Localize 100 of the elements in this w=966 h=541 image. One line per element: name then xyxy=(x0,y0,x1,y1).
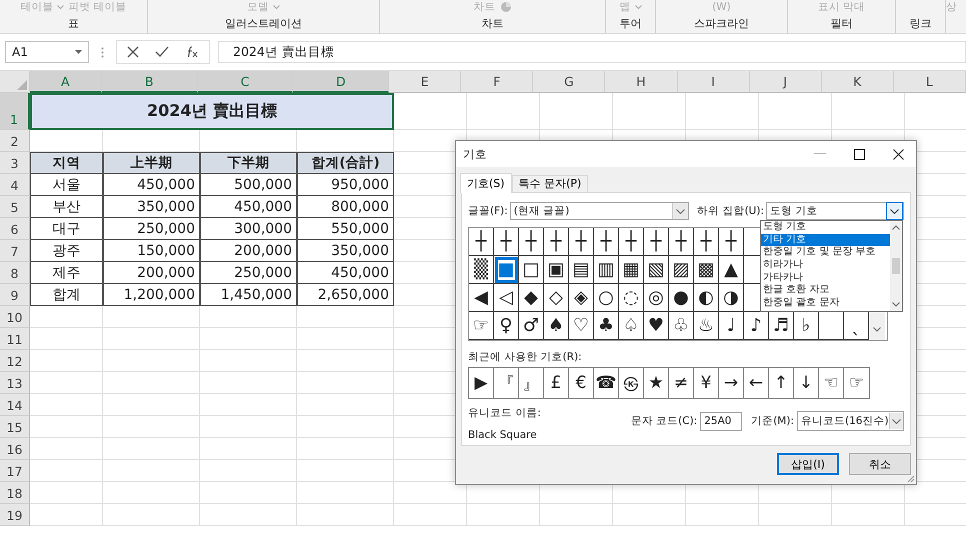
subset-option[interactable]: 한글 호환 자모 xyxy=(761,284,890,298)
cancel-icon[interactable] xyxy=(127,46,139,58)
name-box[interactable]: A1 xyxy=(5,41,89,63)
symbol-cell[interactable]: ▨ xyxy=(669,256,694,284)
symbol-cell[interactable]: ◌ xyxy=(619,284,644,312)
symbol-cell[interactable]: ▤ xyxy=(569,256,594,284)
scrollbar[interactable] xyxy=(890,221,902,311)
font-dropdown[interactable]: (현재 글꼴) xyxy=(510,202,690,220)
symbol-cell[interactable]: ♣ xyxy=(594,312,619,340)
symbol-cell[interactable]: □ xyxy=(519,256,544,284)
symbol-cell[interactable]: ♧ xyxy=(669,312,694,340)
symbol-cell[interactable]: ○ xyxy=(594,284,619,312)
symbol-cell[interactable]: ● xyxy=(669,284,694,312)
row-header[interactable]: 10 xyxy=(0,306,30,328)
symbol-cell[interactable]: ┼ xyxy=(594,228,619,256)
symbol-cell[interactable]: ◐ xyxy=(694,284,719,312)
symbol-cell[interactable]: ┼ xyxy=(669,228,694,256)
subset-option[interactable]: 기타 기호 xyxy=(761,234,890,246)
resize-grip-icon[interactable] xyxy=(907,475,915,483)
tab[interactable]: 특수 문자(P) xyxy=(512,175,588,192)
symbol-cell[interactable]: ┼ xyxy=(619,228,644,256)
row-header[interactable]: 8 xyxy=(0,262,30,284)
subset-option[interactable]: 히라가나 xyxy=(761,259,890,272)
column-header[interactable]: L xyxy=(894,71,966,93)
symbol-cell[interactable]: ┼ xyxy=(644,228,669,256)
symbol-cell[interactable]: ♤ xyxy=(619,312,644,340)
row-header[interactable]: 3 xyxy=(0,152,30,174)
symbol-cell[interactable]: ┼ xyxy=(519,228,544,256)
column-header[interactable]: E xyxy=(389,71,462,93)
scroll-down-icon[interactable] xyxy=(873,327,881,332)
symbol-cell[interactable]: ♀ xyxy=(494,312,519,340)
symbol-cell[interactable]: ◁ xyxy=(494,284,519,312)
symbol-cell[interactable]: ◆ xyxy=(519,284,544,312)
column-header[interactable]: D xyxy=(293,71,390,93)
row-header[interactable]: 12 xyxy=(0,350,30,372)
column-header[interactable]: C xyxy=(198,71,294,93)
row-header[interactable]: 2 xyxy=(0,130,30,152)
symbol-cell[interactable]: ♨ xyxy=(694,312,719,340)
base-dropdown[interactable]: 유니코드(16진수) xyxy=(797,411,904,431)
check-icon[interactable] xyxy=(155,46,169,58)
column-header[interactable]: H xyxy=(605,71,678,93)
symbol-cell[interactable]: ▦ xyxy=(619,256,644,284)
symbol-cell[interactable]: ┼ xyxy=(569,228,594,256)
symbol-cell[interactable]: ┼ xyxy=(469,228,494,256)
symbol-cell[interactable]: ◎ xyxy=(644,284,669,312)
formula-field[interactable]: 2024년 賣出目標 xyxy=(218,41,966,63)
close-icon[interactable] xyxy=(893,148,904,160)
row-header[interactable]: 18 xyxy=(0,482,30,504)
row-header[interactable]: 6 xyxy=(0,218,30,240)
symbol-cell[interactable]: ▲ xyxy=(719,256,744,284)
subset-option[interactable]: 가타카나 xyxy=(761,272,890,284)
scroll-up-icon[interactable] xyxy=(892,225,900,230)
symbol-cell[interactable]: ▩ xyxy=(694,256,719,284)
symbol-cell[interactable]: ▣ xyxy=(544,256,569,284)
column-header[interactable]: A xyxy=(30,71,102,93)
maximize-icon[interactable] xyxy=(854,148,865,160)
symbol-cell[interactable]: ♥ xyxy=(644,312,669,340)
row-header[interactable]: 9 xyxy=(0,284,30,306)
subset-dropdown[interactable]: 도형 기호 xyxy=(766,202,904,220)
symbol-cell[interactable]: ♠ xyxy=(544,312,569,340)
symbol-cell[interactable]: ┼ xyxy=(694,228,719,256)
code-field[interactable]: 25A0 xyxy=(700,412,742,430)
symbol-cell[interactable]: ♩ xyxy=(719,312,744,340)
column-header[interactable]: I xyxy=(678,71,750,93)
symbol-cell[interactable]: ♂ xyxy=(519,312,544,340)
row-header[interactable]: 5 xyxy=(0,196,30,218)
column-header[interactable]: G xyxy=(533,71,606,93)
symbol-cell[interactable]: ◇ xyxy=(544,284,569,312)
scrollbar[interactable] xyxy=(869,312,885,340)
row-header[interactable]: 15 xyxy=(0,416,30,438)
row-header[interactable]: 4 xyxy=(0,174,30,196)
symbol-cell[interactable]: ◑ xyxy=(719,284,744,312)
row-header[interactable]: 14 xyxy=(0,394,30,416)
symbol-cell[interactable]: ■ xyxy=(494,256,519,284)
column-header[interactable]: J xyxy=(750,71,822,93)
column-header[interactable]: K xyxy=(822,71,894,93)
row-header[interactable]: 1 xyxy=(0,93,30,130)
symbol-cell[interactable]: ◈ xyxy=(569,284,594,312)
row-header[interactable]: 16 xyxy=(0,438,30,460)
scroll-thumb[interactable] xyxy=(892,258,900,274)
symbol-cell[interactable]: ▧ xyxy=(644,256,669,284)
symbol-cell[interactable]: ▥ xyxy=(594,256,619,284)
dialog-button[interactable]: 삽입(I) xyxy=(777,453,839,475)
row-header[interactable]: 19 xyxy=(0,504,30,526)
column-header[interactable]: B xyxy=(102,71,198,93)
row-header[interactable]: 13 xyxy=(0,372,30,394)
tab[interactable]: 기호(S) xyxy=(460,173,512,193)
dialog-button[interactable]: 취소 xyxy=(849,453,911,475)
symbol-cell[interactable]: ┼ xyxy=(544,228,569,256)
function-icon[interactable] xyxy=(185,46,199,58)
scroll-down-icon[interactable] xyxy=(892,302,900,307)
row-header[interactable]: 7 xyxy=(0,240,30,262)
column-header[interactable]: F xyxy=(461,71,534,93)
row-header[interactable]: 17 xyxy=(0,460,30,482)
symbol-cell[interactable]: ☞ xyxy=(469,312,494,340)
symbol-cell[interactable]: ◀ xyxy=(469,284,494,312)
subset-option[interactable]: 도형 기호 xyxy=(761,221,890,234)
subset-option[interactable]: 한중일 괄호 문자 xyxy=(761,297,890,310)
symbol-cell[interactable]: ♡ xyxy=(569,312,594,340)
subset-option[interactable]: 한중일 기호 및 문장 부호 xyxy=(761,246,890,260)
